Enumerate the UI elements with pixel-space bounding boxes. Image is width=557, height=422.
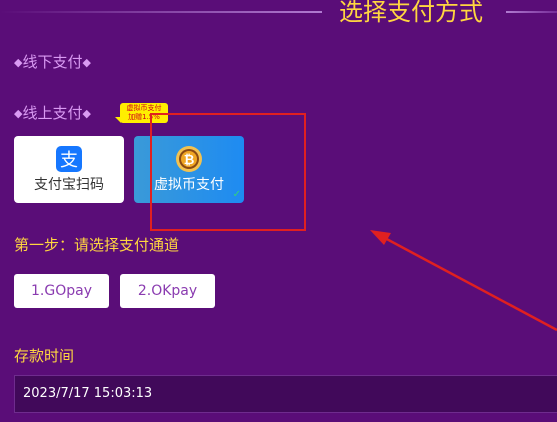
annotation-arrow xyxy=(370,230,557,332)
